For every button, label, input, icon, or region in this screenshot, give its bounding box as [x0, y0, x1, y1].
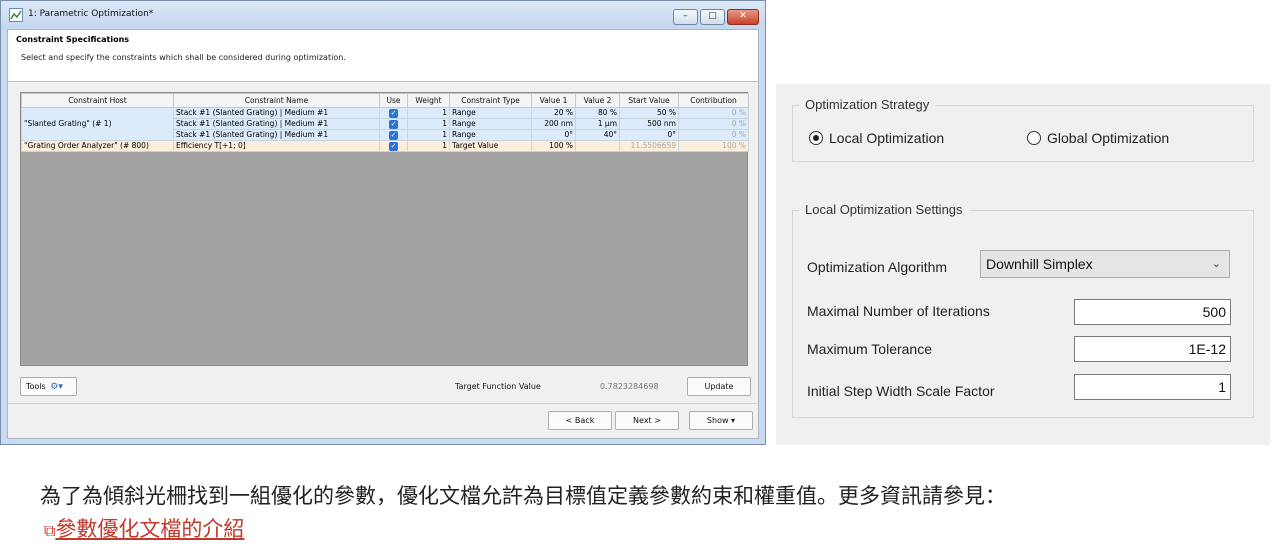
constraints-table: Constraint Host Constraint Name Use Weig… — [21, 93, 749, 152]
column-header[interactable]: Value 2 — [575, 93, 620, 108]
use-checkbox[interactable]: ✓ — [389, 109, 398, 118]
optimization-app-icon — [9, 8, 23, 22]
algorithm-label: Optimization Algorithm — [807, 259, 948, 275]
page-title: Constraint Specifications — [16, 35, 130, 44]
constraints-grid[interactable]: Constraint Host Constraint Name Use Weig… — [20, 92, 749, 366]
doc-link[interactable]: ⧉參數優化文檔的介紹 — [44, 513, 244, 543]
weight-cell[interactable]: 1 — [407, 140, 450, 152]
column-header[interactable]: Constraint Host — [21, 93, 174, 108]
contribution-cell: 0 % — [678, 118, 749, 130]
column-header[interactable]: Value 1 — [531, 93, 576, 108]
constraint-type-cell[interactable]: Range — [449, 107, 532, 119]
value1-cell[interactable]: 20 % — [531, 107, 576, 119]
external-link-icon: ⧉ — [44, 521, 56, 540]
show-button[interactable]: Show ▾ — [689, 411, 753, 430]
start-value-cell[interactable]: 50 % — [619, 107, 679, 119]
step-width-input[interactable]: 1 — [1074, 374, 1231, 400]
max-iterations-input[interactable]: 500 — [1074, 299, 1231, 325]
algorithm-value: Downhill Simplex — [986, 256, 1093, 272]
target-function-value: 0.7823284698 — [600, 382, 659, 391]
optimization-strategy-group: Optimization Strategy Local Optimization… — [792, 97, 1254, 162]
algorithm-select[interactable]: Downhill Simplex ⌄ — [980, 250, 1230, 278]
value2-cell[interactable] — [575, 140, 620, 152]
table-row[interactable]: "Grating Order Analyzer" (# 800) Efficie… — [21, 140, 749, 152]
value2-cell[interactable]: 1 µm — [575, 118, 620, 130]
constraint-name-cell[interactable]: Stack #1 (Slanted Grating) | Medium #1 — [173, 107, 380, 119]
next-button[interactable]: Next > — [615, 411, 679, 430]
constraint-name-cell[interactable]: Stack #1 (Slanted Grating) | Medium #1 — [173, 129, 380, 141]
start-value-cell: 11.5506659 — [619, 140, 679, 152]
contribution-cell: 0 % — [678, 107, 749, 119]
maximize-button[interactable]: □ — [700, 9, 725, 25]
footer-divider — [8, 403, 758, 404]
contribution-cell: 0 % — [678, 129, 749, 141]
weight-cell[interactable]: 1 — [407, 107, 450, 119]
contribution-cell: 100 % — [678, 140, 749, 152]
value2-cell[interactable]: 40° — [575, 129, 620, 141]
page-description: Select and specify the constraints which… — [21, 53, 346, 62]
window-content: Constraint Specifications Select and spe… — [7, 29, 759, 439]
constraint-host-cell[interactable]: "Grating Order Analyzer" (# 800) — [21, 140, 174, 152]
radio-selected-icon — [809, 131, 823, 145]
constraint-host-cell[interactable]: "Slanted Grating" (# 1) — [21, 107, 174, 141]
max-tolerance-label: Maximum Tolerance — [807, 341, 933, 357]
optimization-settings-panel: Optimization Strategy Local Optimization… — [776, 84, 1270, 445]
column-header[interactable]: Use — [379, 93, 408, 108]
weight-cell[interactable]: 1 — [407, 118, 450, 130]
constraint-name-cell[interactable]: Stack #1 (Slanted Grating) | Medium #1 — [173, 118, 380, 130]
table-row[interactable]: "Slanted Grating" (# 1) Stack #1 (Slante… — [21, 107, 749, 141]
use-checkbox-cell[interactable]: ✓ — [379, 129, 408, 141]
use-checkbox-cell[interactable]: ✓ — [379, 140, 408, 152]
value1-cell[interactable]: 200 nm — [531, 118, 576, 130]
weight-cell[interactable]: 1 — [407, 129, 450, 141]
parametric-optimization-window: 1: Parametric Optimization* – □ ✕ Constr… — [0, 0, 766, 445]
column-header[interactable]: Constraint Name — [173, 93, 380, 108]
start-value-cell[interactable]: 0° — [619, 129, 679, 141]
use-checkbox[interactable]: ✓ — [389, 120, 398, 129]
table-header-row: Constraint Host Constraint Name Use Weig… — [21, 93, 749, 108]
window-titlebar[interactable]: 1: Parametric Optimization* – □ ✕ — [1, 1, 765, 29]
max-tolerance-input[interactable]: 1E-12 — [1074, 336, 1231, 362]
constraint-type-cell[interactable]: Target Value — [449, 140, 532, 152]
window-title: 1: Parametric Optimization* — [28, 9, 154, 19]
column-header[interactable]: Contribution — [678, 93, 749, 108]
radio-unselected-icon — [1027, 131, 1041, 145]
global-optimization-label: Global Optimization — [1047, 130, 1170, 146]
constraint-name-cell[interactable]: Efficiency T[+1; 0] — [173, 140, 380, 152]
step-width-label: Initial Step Width Scale Factor — [807, 383, 995, 399]
doc-link-text[interactable]: 參數優化文檔的介紹 — [55, 517, 244, 541]
minimize-button[interactable]: – — [673, 9, 698, 25]
max-iterations-label: Maximal Number of Iterations — [807, 303, 990, 319]
caption-text: 為了為傾斜光柵找到一組優化的參數，優化文檔允許為目標值定義參數約束和權重值。更多… — [40, 484, 1006, 508]
use-checkbox[interactable]: ✓ — [389, 131, 398, 140]
column-header[interactable]: Weight — [407, 93, 450, 108]
value1-cell[interactable]: 0° — [531, 129, 576, 141]
constraint-type-cell[interactable]: Range — [449, 129, 532, 141]
close-button[interactable]: ✕ — [727, 9, 759, 25]
global-optimization-radio[interactable]: Global Optimization — [1027, 130, 1169, 146]
tools-button[interactable]: Tools ⚙▾ — [20, 377, 77, 396]
column-header[interactable]: Constraint Type — [449, 93, 532, 108]
value1-cell[interactable]: 100 % — [531, 140, 576, 152]
use-checkbox[interactable]: ✓ — [389, 142, 398, 151]
tools-label: Tools — [26, 382, 46, 391]
value2-cell[interactable]: 80 % — [575, 107, 620, 119]
use-checkbox-cell[interactable]: ✓ — [379, 107, 408, 119]
column-header[interactable]: Start Value — [619, 93, 679, 108]
header-panel: Constraint Specifications Select and spe… — [8, 30, 758, 82]
start-value-cell[interactable]: 500 nm — [619, 118, 679, 130]
optimization-strategy-title: Optimization Strategy — [799, 97, 936, 112]
constraint-type-cell[interactable]: Range — [449, 118, 532, 130]
use-checkbox-cell[interactable]: ✓ — [379, 118, 408, 130]
update-button[interactable]: Update — [687, 377, 751, 396]
back-button[interactable]: < Back — [548, 411, 612, 430]
local-optimization-settings-title: Local Optimization Settings — [799, 202, 969, 217]
tools-dropdown-icon: ⚙▾ — [50, 382, 63, 392]
target-function-value-label: Target Function Value — [455, 382, 541, 391]
local-optimization-radio[interactable]: Local Optimization — [809, 130, 944, 146]
chevron-down-icon: ⌄ — [1211, 258, 1221, 270]
local-optimization-label: Local Optimization — [829, 130, 945, 146]
